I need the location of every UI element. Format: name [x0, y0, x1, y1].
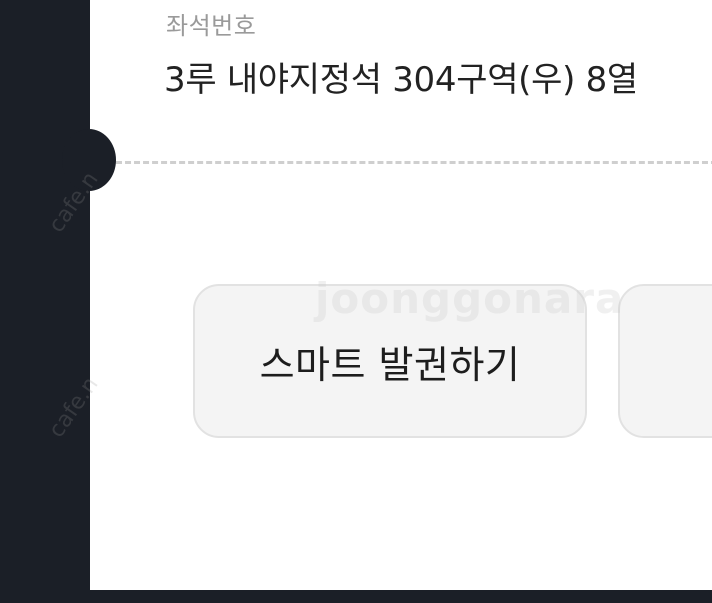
- ticket-card: 좌석번호 3루 내야지정석 304구역(우) 8열 스마트 발권하기 joong…: [90, 0, 712, 590]
- secondary-action-button[interactable]: [618, 284, 712, 438]
- perforation-divider: [116, 161, 712, 164]
- smart-ticket-button-label: 스마트 발권하기: [259, 342, 521, 387]
- watermark-logo: joonggonara: [315, 274, 625, 323]
- seat-number-value: 3루 내야지정석 304구역(우) 8열: [164, 60, 638, 100]
- screen: 좌석번호 3루 내야지정석 304구역(우) 8열 스마트 발권하기 joong…: [0, 0, 712, 603]
- seat-number-label: 좌석번호: [166, 12, 257, 40]
